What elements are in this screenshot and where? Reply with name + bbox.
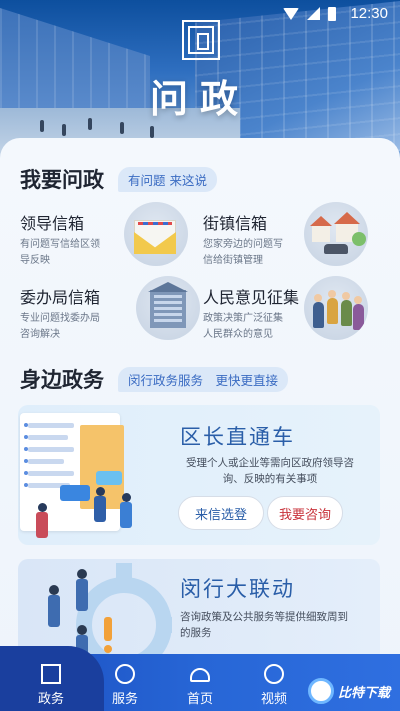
mailbox-bureau[interactable]: 委办局信箱 专业问题找委办局咨询解决 [20,276,200,356]
banner-title: 闵行大联动 [180,577,295,601]
video-icon [264,664,284,684]
section-wenzheng-header: 我要问政 有问题 来这说 [20,164,217,194]
service-icon [115,664,135,684]
mailbox-title: 人民意见征集 [203,288,300,307]
watermark: 比特下载 [308,676,392,706]
mailbox-desc: 您家旁边的问题写信给街镇管理 [203,239,283,266]
building-illustration-icon [136,276,200,340]
envelope-illustration-icon [124,202,188,266]
person-figure [48,595,60,627]
tab-home[interactable]: 首页 [170,660,230,708]
district-head-express-banner[interactable]: 区长直通车 受理个人或企业等需向区政府领导咨询、反映的有关事项 来信选登 我要咨… [18,405,380,545]
people-illustration-icon [304,276,368,340]
section-title: 身边政务 [20,368,104,392]
status-time: 12:30 [350,5,388,22]
watermark-text: 比特下载 [338,685,391,701]
app-logo-icon [182,20,220,60]
town-illustration-icon [304,202,368,266]
watermark-logo-icon [308,678,334,704]
header-banner: 12:30 问政 [0,0,400,160]
section-zhengwu-header: 身边政务 闵行政务服务 更快更直接 [20,364,289,394]
signal-icon [307,7,321,20]
mailbox-title: 领导信箱 [20,214,85,233]
mailbox-desc: 有问题写信给区领导反映 [20,239,100,266]
app-title: 问政 [149,76,250,121]
mailbox-town[interactable]: 街镇信箱 您家旁边的问题写信给街镇管理 [203,202,383,282]
banner-title: 区长直通车 [180,425,295,449]
tab-label: 政务 [37,692,64,707]
tab-label: 首页 [186,692,213,707]
section-tag: 闵行政务服务 更快更直接 [118,366,289,392]
person-figure [62,124,66,136]
mailbox-desc: 政策决策广泛征集人民群众的意见 [203,313,283,340]
tab-label: 视频 [260,692,287,707]
banner-desc: 咨询政策及公共服务等提供细致周到的服务 [180,611,348,639]
chat-bubble-icon [96,471,122,485]
mailbox-title: 街镇信箱 [203,214,268,233]
tab-service[interactable]: 服务 [95,660,155,708]
tab-government[interactable]: 政务 [21,660,81,708]
government-icon [41,664,61,684]
consult-button[interactable]: 我要咨询 [267,496,343,530]
banner-desc: 受理个人或企业等需向区政府领导咨询、反映的有关事项 [186,457,354,485]
person-figure [76,579,88,611]
person-figure [150,126,154,138]
alert-icon [104,617,112,641]
featured-letters-button[interactable]: 来信选登 [178,496,264,530]
tab-label: 服务 [111,692,138,707]
wifi-icon [283,7,300,20]
mailbox-title: 委办局信箱 [20,288,101,307]
home-icon [190,668,210,682]
mailbox-leader[interactable]: 领导信箱 有问题写信给区领导反映 [20,202,200,282]
chat-bubble-icon [60,485,90,501]
main-content: 我要问政 有问题 来这说 领导信箱 有问题写信给区领导反映 街镇信箱 您家旁边的… [0,138,400,711]
person-figure [120,122,124,134]
battery-icon [328,6,337,21]
section-tag: 有问题 来这说 [118,166,217,192]
mailbox-opinion[interactable]: 人民意见征集 政策决策广泛征集人民群众的意见 [203,276,383,356]
mailbox-desc: 专业问题找委办局咨询解决 [20,313,100,340]
section-title: 我要问政 [20,168,104,192]
tab-video[interactable]: 视频 [244,660,304,708]
